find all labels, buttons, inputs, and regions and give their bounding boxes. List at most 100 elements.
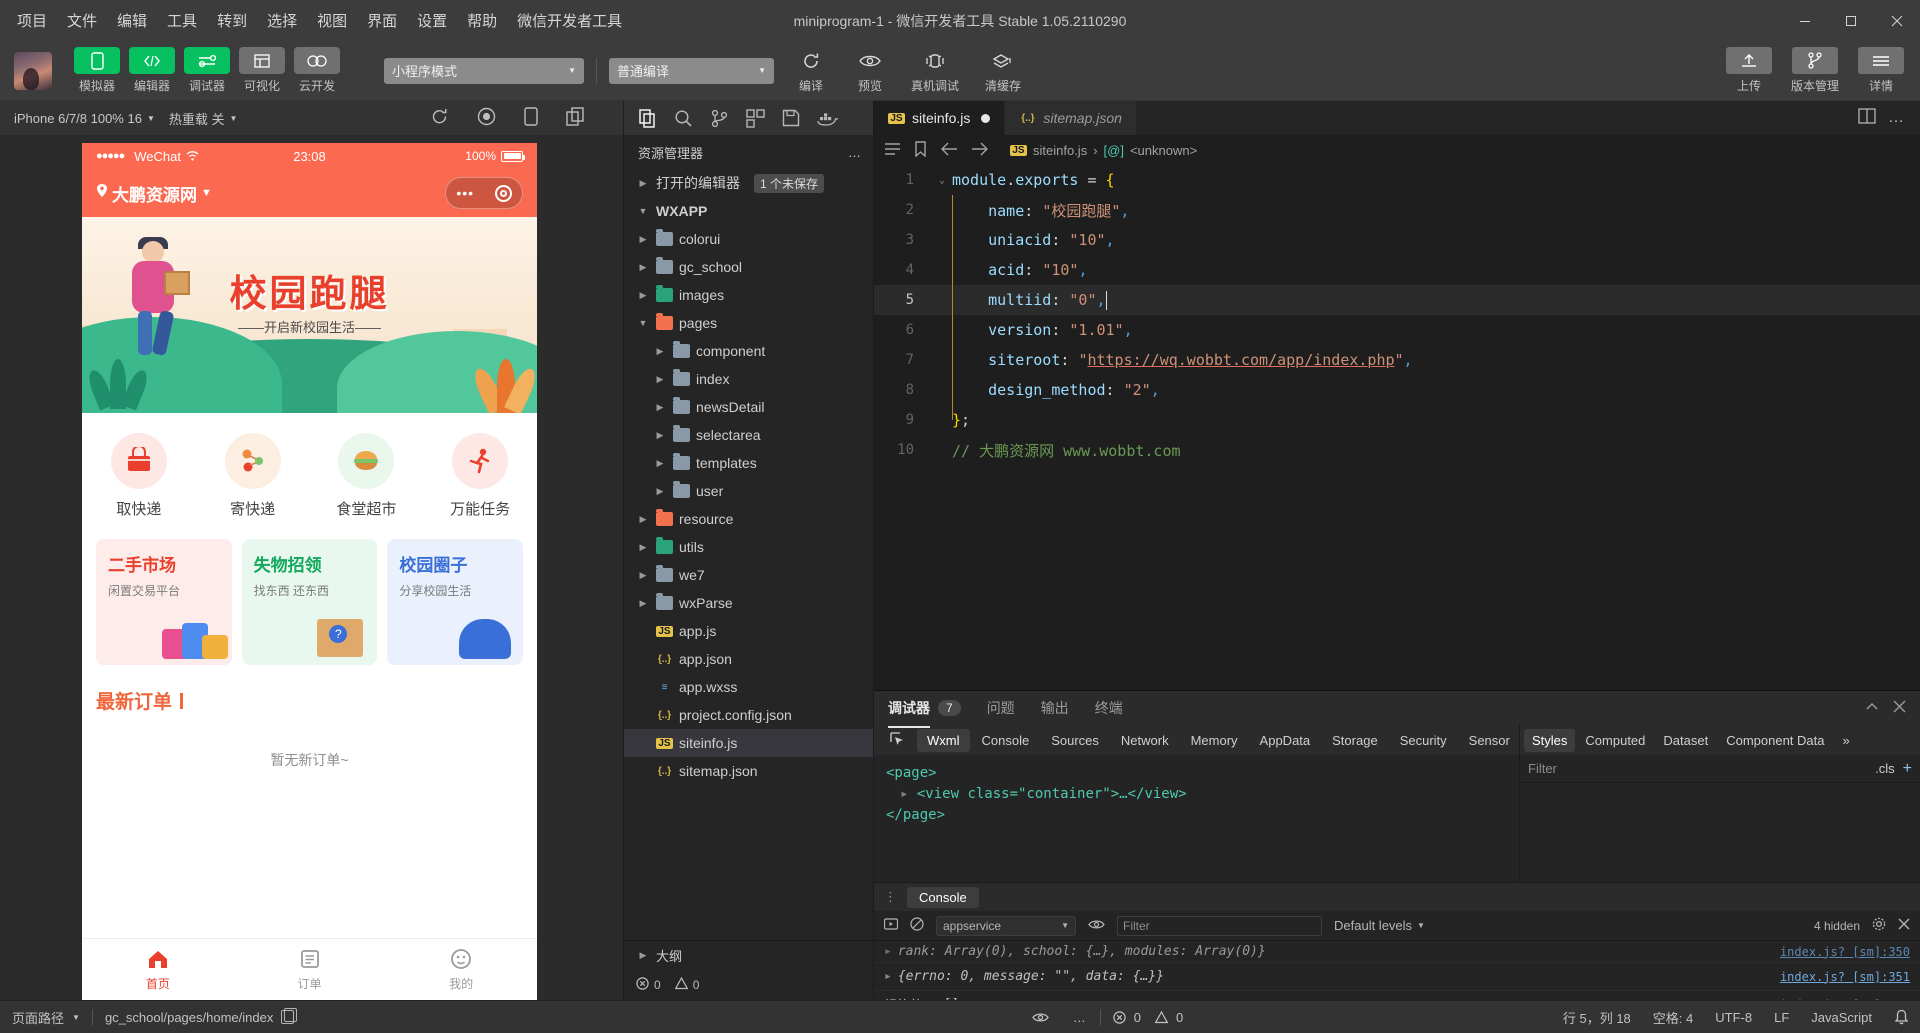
hot-reload-select[interactable]: 热重载 关 ▼ [169,109,238,128]
remote-debug-button[interactable]: 真机调试 [904,47,966,94]
menu-item-goto[interactable]: 转到 [208,6,256,35]
console-row-source-1[interactable]: index.js? [sm]:351 [1780,970,1910,984]
chevron-right-icon[interactable]: ▶ [636,570,650,581]
version-button[interactable]: 版本管理 [1784,47,1846,94]
compile-select[interactable]: 普通编译 ▼ [609,58,774,84]
console-close-icon[interactable] [1898,918,1910,933]
search-icon[interactable] [666,103,700,133]
tree-item-gc_school[interactable]: ▶gc_school [624,253,873,281]
tree-item-siteinfo-js[interactable]: ▶JSsiteinfo.js [624,729,873,757]
clear-cache-button[interactable]: 清缓存 [975,47,1031,94]
menu-item-interface[interactable]: 界面 [358,6,406,35]
status-preview-toggle[interactable] [1020,1001,1061,1033]
devtools-tab-storage[interactable]: Storage [1322,729,1388,752]
chevron-right-icon[interactable]: ▶ [636,598,650,609]
console-row-2[interactable]: 规格的 ▸ [] index.js? [sm]:355 [874,991,1920,1000]
maximize-button[interactable] [1828,0,1874,41]
back-icon[interactable] [940,142,958,159]
devtools-tab-sources[interactable]: Sources [1041,729,1109,752]
tree-item-app-js[interactable]: ▶JSapp.js [624,617,873,645]
tree-item-selectarea[interactable]: ▶selectarea [624,421,873,449]
avatar[interactable] [14,52,52,90]
tabbar-item-home[interactable]: 首页 [82,939,234,1000]
add-style-rule-button[interactable]: + [1903,760,1912,778]
code-line-2[interactable]: 2 name: "校园跑腿", [874,195,1920,225]
devtools-tab-problems[interactable]: 问题 [987,698,1015,718]
quick-action-canteen[interactable]: 食堂超市 [310,433,424,519]
preview-button[interactable]: 预览 [845,47,895,94]
bookmark-icon[interactable] [914,141,927,160]
tree-item-app-wxss[interactable]: ▶≡app.wxss [624,673,873,701]
tree-item-app-json[interactable]: ▶{..}app.json [624,645,873,673]
details-button[interactable]: 详情 [1856,47,1906,94]
chevron-right-icon[interactable]: ▶ [636,542,650,553]
upload-button[interactable]: 上传 [1724,47,1774,94]
code-line-7[interactable]: 7 siteroot: "https://wq.wobbt.com/app/in… [874,345,1920,375]
styles-tab-component-data[interactable]: Component Data [1718,729,1832,752]
menu-item-help[interactable]: 帮助 [458,6,506,35]
menu-item-devtools[interactable]: 微信开发者工具 [508,6,631,35]
breadcrumb[interactable]: JS siteinfo.js › [@] <unknown> [1010,143,1197,158]
outline-icon[interactable] [884,142,901,159]
clear-icon[interactable] [910,917,924,934]
code-editor[interactable]: 1⌄module.exports = {2 name: "校园跑腿",3 uni… [874,165,1920,690]
close-icon[interactable] [1893,700,1906,716]
files-icon[interactable] [630,103,664,133]
tree-item-templates[interactable]: ▶templates [624,449,873,477]
bell-icon[interactable] [1883,1001,1920,1033]
tree-item-project-config-json[interactable]: ▶{..}project.config.json [624,701,873,729]
device-select[interactable]: iPhone 6/7/8 100% 16 ▼ [14,111,155,126]
wxml-line-2[interactable]: </page> [886,805,1507,826]
code-line-1[interactable]: 1⌄module.exports = { [874,165,1920,195]
compile-button[interactable]: 编译 [786,47,836,94]
console-output[interactable]: ▸ rank: Array(0), school: {…}, modules: … [874,941,1920,1000]
more-dots-icon[interactable]: ••• [456,185,474,201]
editor-tab-sitemap[interactable]: {..} sitemap.json [1005,101,1137,135]
docker-icon[interactable] [810,103,844,133]
chevron-right-icon[interactable]: ▶ [653,346,667,357]
tree-item-images[interactable]: ▶images [624,281,873,309]
tree-item-resource[interactable]: ▶resource [624,505,873,533]
feature-card-lost-found[interactable]: 失物招领 找东西 还东西 ? [242,539,378,665]
menu-item-tools[interactable]: 工具 [158,6,206,35]
split-editor-icon[interactable] [1858,108,1876,129]
explorer-more-icon[interactable]: … [848,145,863,160]
chevron-right-icon[interactable]: ▶ [636,290,650,301]
console-levels-select[interactable]: Default levels ▼ [1334,918,1425,933]
tree-item-colorui[interactable]: ▶colorui [624,225,873,253]
language-mode[interactable]: JavaScript [1800,1001,1883,1033]
chevron-up-icon[interactable] [1865,700,1879,717]
editor-tab-siteinfo[interactable]: JS siteinfo.js [874,101,1005,135]
record-icon[interactable] [477,107,496,129]
toolbar-button-visual[interactable]: 可视化 [239,47,285,94]
close-button[interactable] [1874,0,1920,41]
status-more-icon[interactable]: … [1061,1001,1100,1033]
rotate-icon[interactable] [430,107,449,129]
styles-tab-dataset[interactable]: Dataset [1655,729,1716,752]
quick-action-pickup[interactable]: 取快递 [82,433,196,519]
tree-item-wxparse[interactable]: ▶wxParse [624,589,873,617]
devtools-tab-console[interactable]: Console [972,729,1040,752]
code-line-9[interactable]: 9}; [874,405,1920,435]
styles-filter-input[interactable]: Filter [1528,759,1867,779]
tree-item-index[interactable]: ▶index [624,365,873,393]
promo-banner[interactable]: 校园跑腿 ——开启新校园生活—— [82,217,537,413]
devtools-tab-output[interactable]: 输出 [1041,698,1069,718]
copy-icon[interactable] [281,1010,294,1024]
console-row-arrow-1[interactable]: ▸ [884,969,892,984]
wxml-line-1[interactable]: ▸ <view class="container">…</view> [886,784,1507,805]
styles-tab-styles[interactable]: Styles [1524,729,1575,752]
wxml-tree[interactable]: <page> ▸ <view class="container">…</view… [874,755,1519,882]
devtools-tab-wxml[interactable]: Wxml [917,729,970,752]
menu-item-select[interactable]: 选择 [258,6,306,35]
menu-item-project[interactable]: 项目 [8,6,56,35]
target-icon[interactable] [495,185,512,202]
indent-setting[interactable]: 空格: 4 [1642,1001,1704,1033]
open-editors-row[interactable]: ▶ 打开的编辑器 1 个未保存 [624,169,873,197]
minimize-button[interactable] [1782,0,1828,41]
code-line-10[interactable]: 10// 大鹏资源网 www.wobbt.com [874,435,1920,465]
chevron-right-icon[interactable]: ▶ [653,486,667,497]
chevron-right-icon[interactable]: ▶ [653,430,667,441]
quick-action-send[interactable]: 寄快递 [196,433,310,519]
chevron-down-icon-nav[interactable]: ▼ [201,187,212,199]
